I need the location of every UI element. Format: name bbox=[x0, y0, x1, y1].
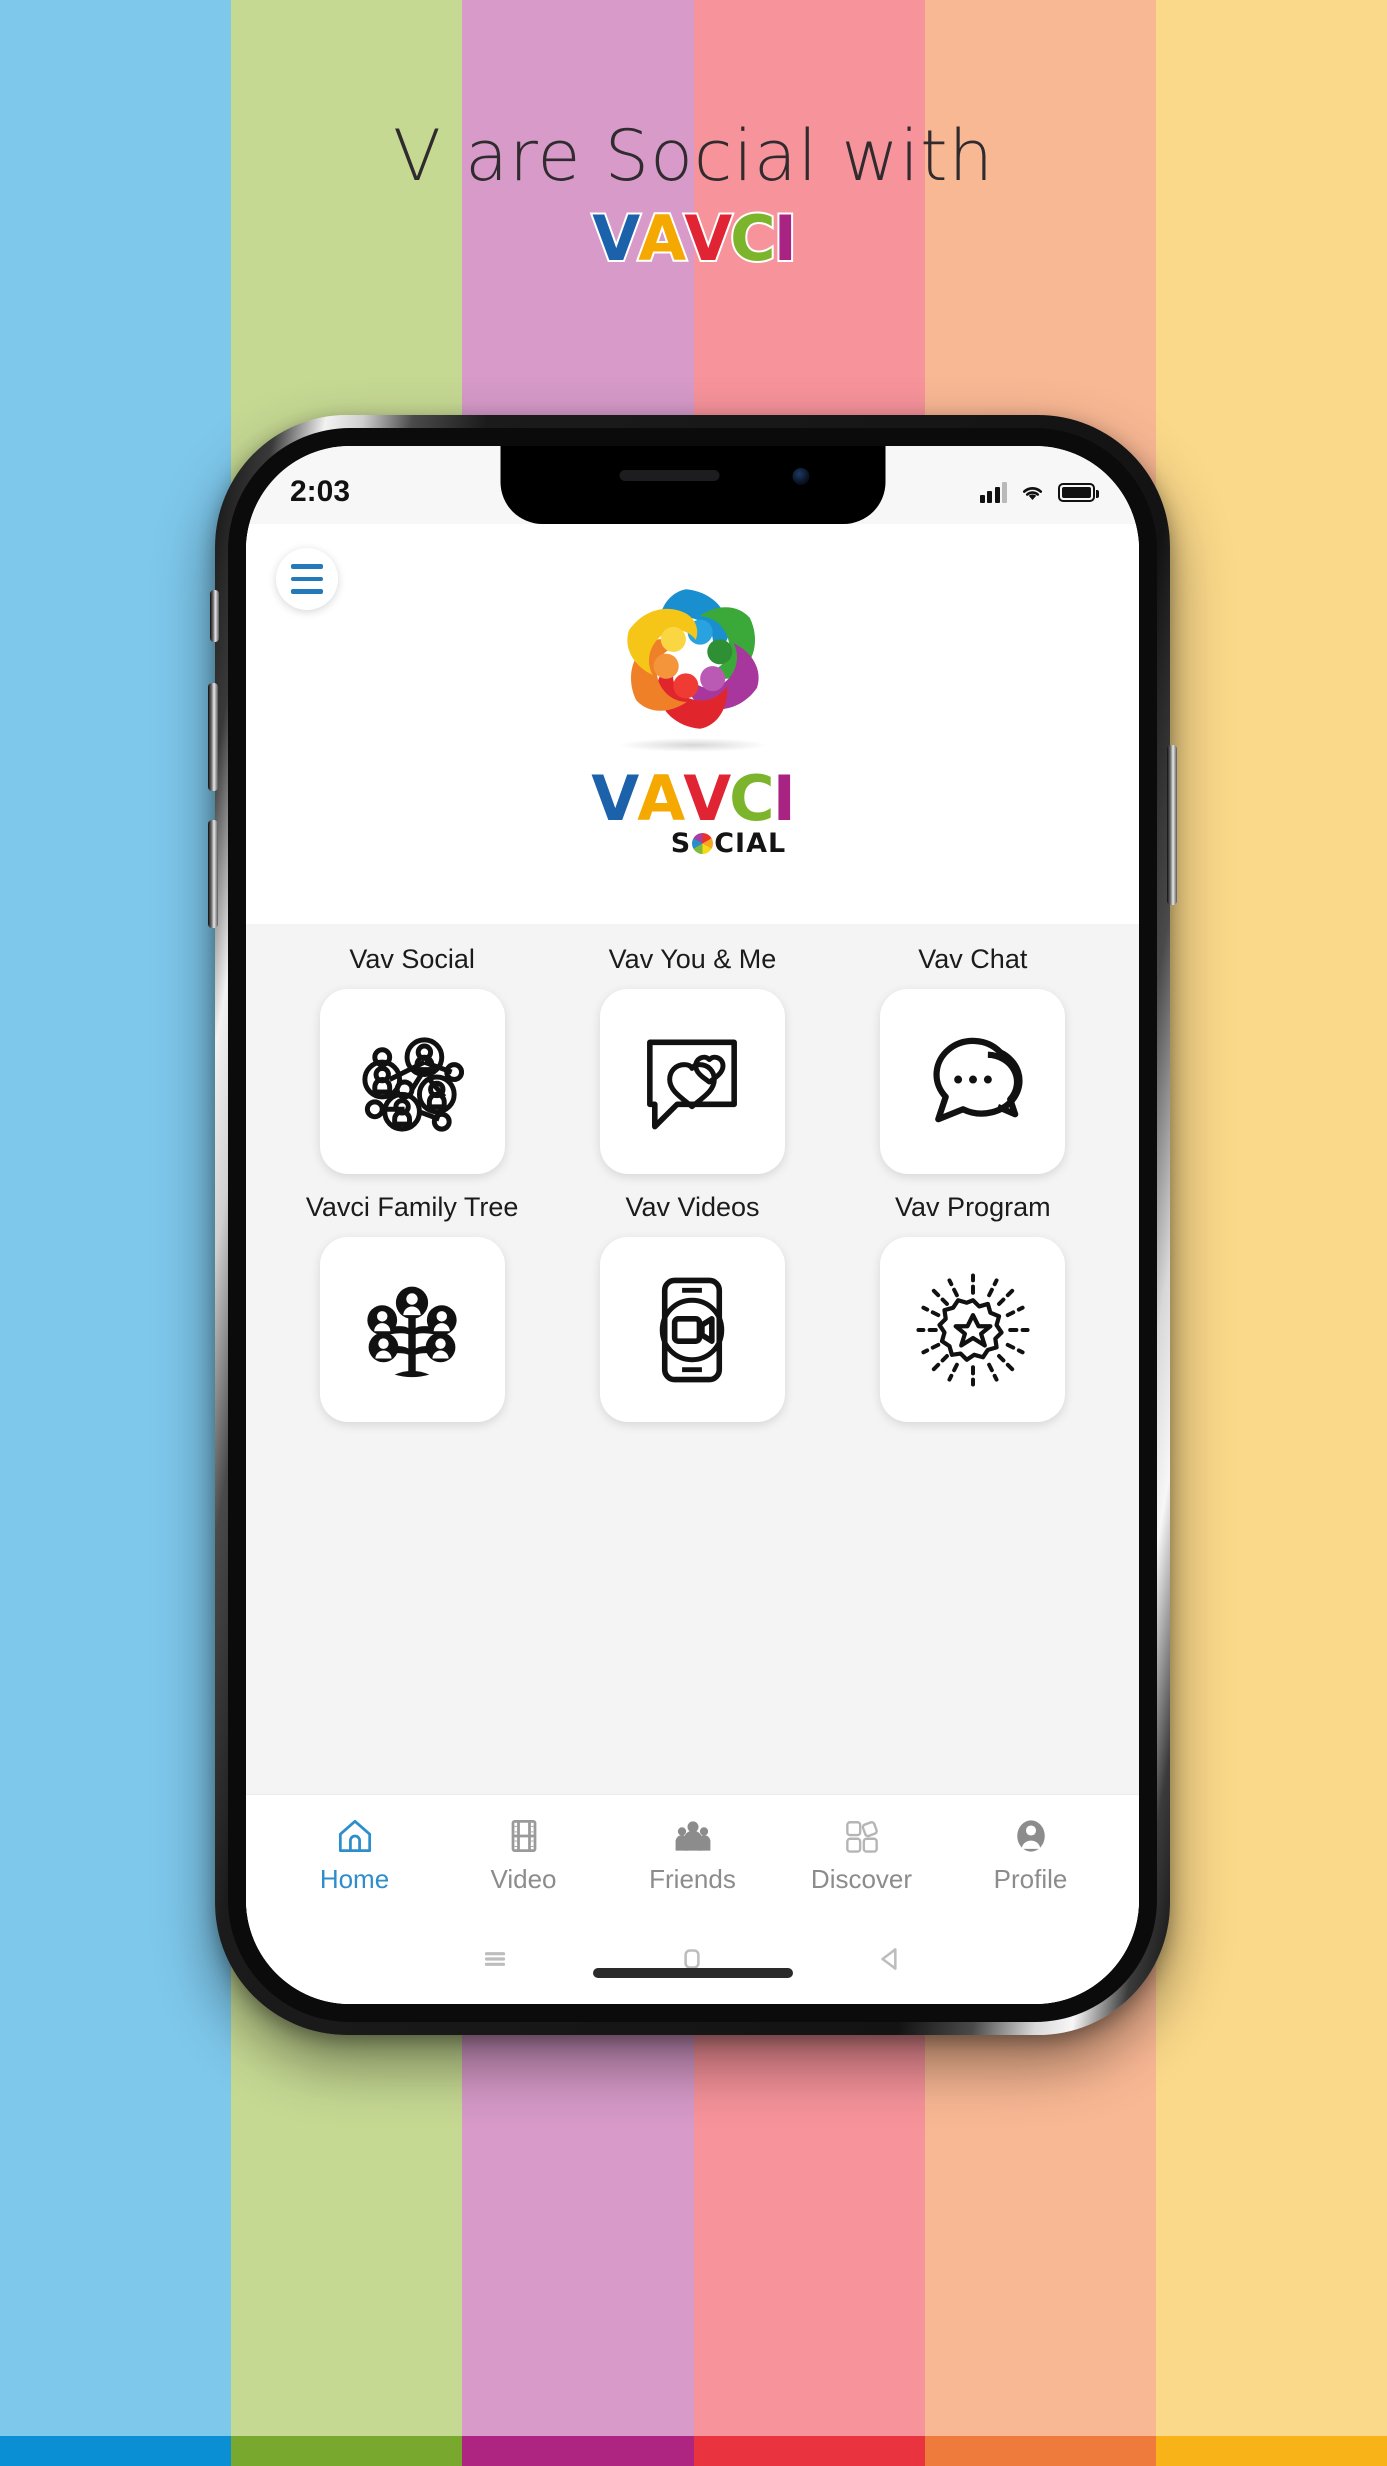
tile-card[interactable] bbox=[880, 1237, 1066, 1422]
family-tree-icon bbox=[367, 1286, 457, 1377]
poster-header: V are Social with VAVCI bbox=[0, 115, 1387, 275]
status-icon-group bbox=[979, 481, 1099, 503]
wordmark-letter-v-2: V bbox=[683, 762, 731, 835]
radiant-star-badge-icon bbox=[916, 1272, 1030, 1387]
chat-bubbles-icon bbox=[933, 1037, 1023, 1122]
vavci-dot-icon bbox=[692, 833, 714, 854]
bottom-band-1 bbox=[0, 2436, 232, 2466]
tile-card[interactable] bbox=[319, 989, 505, 1174]
app-logo-block: VAVCI S CIAL bbox=[543, 574, 843, 859]
app-hero: VAVCI S CIAL bbox=[246, 524, 1139, 924]
app-content: VAVCI S CIAL Vav Social Vav You & Me Vav… bbox=[246, 524, 1139, 2004]
tile-vav-program[interactable]: Vav Program bbox=[833, 1186, 1113, 1434]
nav-label: Home bbox=[319, 1864, 390, 1894]
tile-vav-social[interactable]: Vav Social bbox=[272, 938, 552, 1186]
tile-card[interactable] bbox=[880, 989, 1066, 1174]
nav-item-video[interactable]: Video bbox=[439, 1814, 608, 1895]
wordmark-letter-a-1: A bbox=[637, 762, 685, 835]
chat-hearts-icon bbox=[647, 1039, 738, 1129]
discover-shapes-icon bbox=[845, 1821, 878, 1853]
cellular-signal-icon bbox=[979, 481, 1007, 503]
android-soft-nav bbox=[246, 1914, 1139, 2004]
nav-label: Video bbox=[490, 1864, 557, 1894]
app-wordmark: VAVCI bbox=[543, 768, 843, 830]
wordmark-letter-c-3: C bbox=[728, 201, 777, 275]
nav-item-profile[interactable]: Profile bbox=[946, 1814, 1115, 1895]
tile-label: Vav Program bbox=[895, 1192, 1051, 1222]
front-camera-icon bbox=[792, 468, 810, 485]
tile-label: Vavci Family Tree bbox=[305, 1192, 519, 1222]
wifi-icon bbox=[1022, 487, 1043, 500]
vavci-star-people-logo bbox=[626, 589, 759, 729]
android-recents-icon[interactable] bbox=[478, 1942, 512, 1976]
nav-label: Discover bbox=[810, 1864, 913, 1894]
tile-label: Vav Videos bbox=[625, 1192, 760, 1222]
tile-vavci-family-tree[interactable]: Vavci Family Tree bbox=[272, 1186, 552, 1434]
bottom-band-3 bbox=[462, 2436, 694, 2466]
tile-label: Vav You & Me bbox=[608, 944, 777, 974]
wordmark-letter-i-4: I bbox=[772, 762, 796, 835]
nav-label: Friends bbox=[649, 1864, 736, 1894]
nav-item-friends[interactable]: Friends bbox=[608, 1814, 777, 1895]
nav-item-discover[interactable]: Discover bbox=[777, 1814, 946, 1895]
phone-volume-down-button[interactable] bbox=[208, 820, 218, 928]
tile-card[interactable] bbox=[599, 1237, 785, 1422]
phone-notch bbox=[500, 446, 885, 524]
battery-full-icon bbox=[1058, 482, 1099, 502]
tile-card[interactable] bbox=[319, 1237, 505, 1422]
wordmark-letter-v-0: V bbox=[591, 762, 639, 835]
friends-group-icon bbox=[675, 1821, 710, 1851]
app-sub-suffix: CIAL bbox=[714, 828, 787, 859]
status-time: 2:03 bbox=[290, 475, 351, 508]
bottom-band-5 bbox=[924, 2436, 1156, 2466]
wordmark-letter-v-2: V bbox=[682, 201, 734, 275]
wordmark-letter-a-1: A bbox=[636, 201, 688, 275]
bottom-band-4 bbox=[693, 2436, 925, 2466]
wordmark-letter-c-3: C bbox=[729, 762, 774, 835]
phone-screen: 2:03 VAVCI S CIAL Vav Social Vav You & M… bbox=[246, 446, 1139, 2004]
tile-vav-chat[interactable]: Vav Chat bbox=[833, 938, 1113, 1186]
logo-shadow bbox=[617, 738, 768, 752]
bottom-band-2 bbox=[231, 2436, 463, 2466]
bottom-navigation: Home Video Friends Discover Profile bbox=[246, 1794, 1139, 1914]
tile-card[interactable] bbox=[599, 989, 785, 1174]
home-icon bbox=[338, 1819, 371, 1853]
bottom-color-band bbox=[0, 2436, 1387, 2466]
social-network-icon bbox=[362, 1036, 465, 1132]
nav-item-home[interactable]: Home bbox=[270, 1814, 439, 1895]
nav-label: Profile bbox=[993, 1864, 1068, 1894]
profile-avatar-icon bbox=[1016, 1820, 1045, 1852]
phone-mockup: 2:03 VAVCI S CIAL Vav Social Vav You & M… bbox=[208, 415, 1177, 2035]
tile-label: Vav Social bbox=[349, 944, 475, 974]
poster-wordmark: VAVCI bbox=[0, 201, 1387, 275]
tile-vav-you-and-me[interactable]: Vav You & Me bbox=[552, 938, 832, 1186]
earpiece-speaker bbox=[619, 470, 720, 481]
tile-row: Vavci Family Tree Vav Videos Vav Program bbox=[272, 1186, 1113, 1434]
wordmark-letter-i-4: I bbox=[772, 201, 799, 275]
home-indicator-bar[interactable] bbox=[592, 1968, 793, 1978]
bg-stripe-1 bbox=[0, 0, 232, 2466]
bg-stripe-6 bbox=[1155, 0, 1387, 2466]
film-strip-icon bbox=[511, 1819, 536, 1853]
tile-row: Vav Social Vav You & Me Vav Chat bbox=[272, 938, 1113, 1186]
bottom-band-6 bbox=[1155, 2436, 1387, 2466]
wordmark-letter-v-0: V bbox=[590, 201, 642, 275]
hamburger-menu-icon[interactable] bbox=[276, 548, 338, 610]
phone-mute-switch[interactable] bbox=[210, 590, 219, 642]
tile-label: Vav Chat bbox=[918, 944, 1028, 974]
feature-tiles: Vav Social Vav You & Me Vav Chat Vavci F… bbox=[246, 924, 1139, 1794]
mobile-video-icon bbox=[660, 1277, 725, 1382]
app-sub-prefix: S bbox=[670, 828, 692, 859]
android-back-icon[interactable] bbox=[873, 1942, 907, 1976]
poster-headline: V are Social with bbox=[393, 115, 994, 197]
phone-volume-up-button[interactable] bbox=[208, 683, 218, 791]
tile-vav-videos[interactable]: Vav Videos bbox=[552, 1186, 832, 1434]
phone-power-button[interactable] bbox=[1167, 745, 1177, 905]
